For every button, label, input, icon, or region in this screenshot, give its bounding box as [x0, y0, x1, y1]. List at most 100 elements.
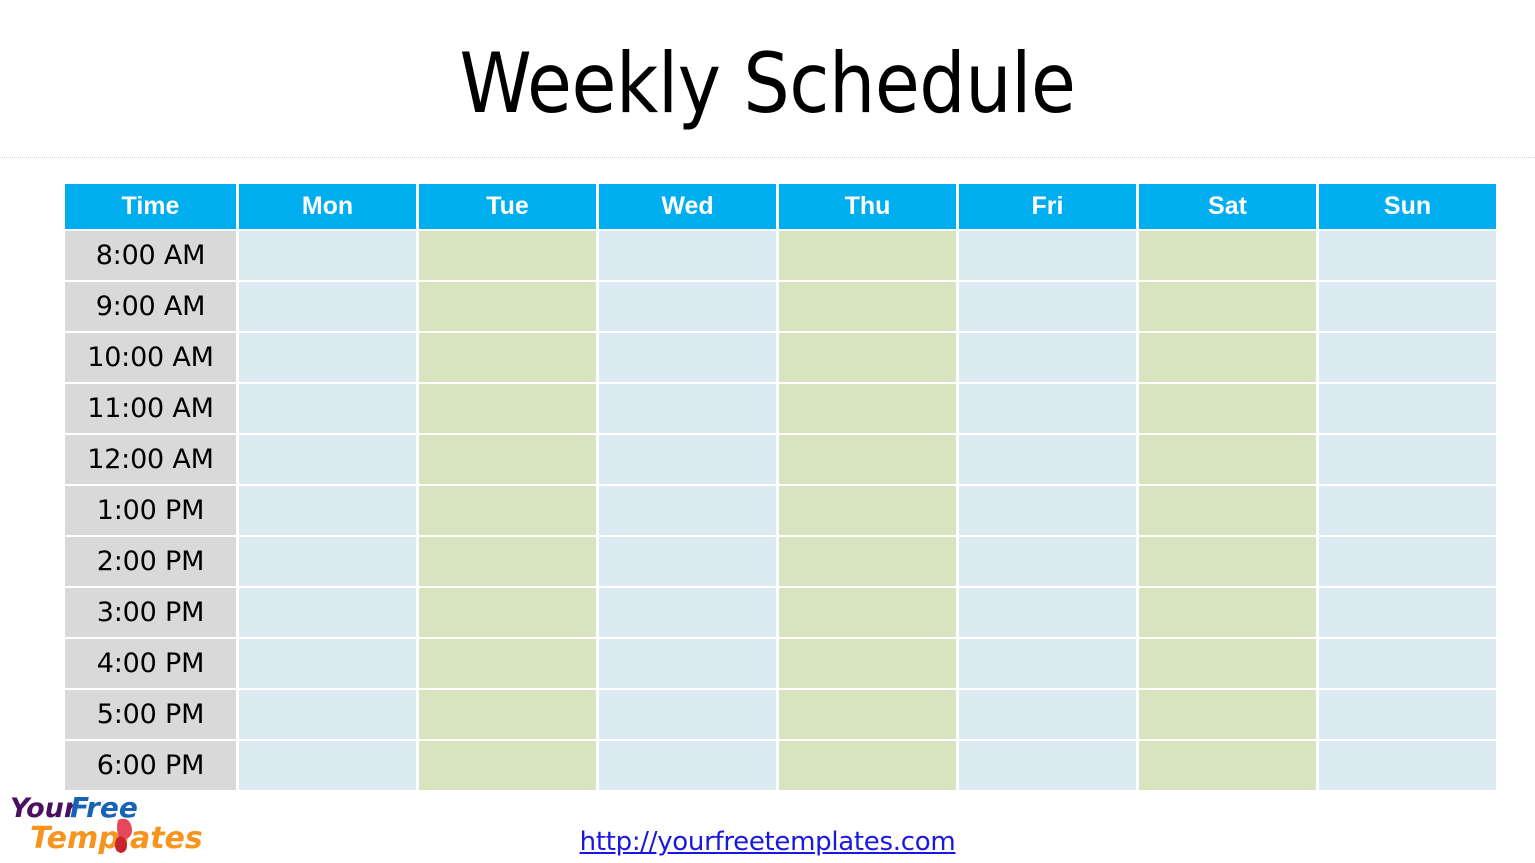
- slot-cell-sat[interactable]: [1139, 231, 1316, 280]
- slot-cell-sat[interactable]: [1139, 588, 1316, 637]
- slot-cell-sun[interactable]: [1319, 741, 1496, 790]
- time-label-cell: 12:00 AM: [65, 435, 236, 484]
- slot-cell-thu[interactable]: [779, 639, 956, 688]
- slot-cell-wed[interactable]: [599, 486, 776, 535]
- slot-cell-wed[interactable]: [599, 435, 776, 484]
- slot-cell-sat[interactable]: [1139, 639, 1316, 688]
- schedule-header-row: Time Mon Tue Wed Thu Fri Sat Sun: [65, 184, 1496, 229]
- slot-cell-tue[interactable]: [419, 741, 596, 790]
- slot-cell-fri[interactable]: [959, 384, 1136, 433]
- slot-cell-fri[interactable]: [959, 588, 1136, 637]
- slot-cell-fri[interactable]: [959, 486, 1136, 535]
- slot-cell-fri[interactable]: [959, 690, 1136, 739]
- slot-cell-thu[interactable]: [779, 282, 956, 331]
- time-label-cell: 9:00 AM: [65, 282, 236, 331]
- slot-cell-wed[interactable]: [599, 639, 776, 688]
- slot-cell-mon[interactable]: [239, 690, 416, 739]
- slot-cell-fri[interactable]: [959, 231, 1136, 280]
- slot-cell-mon[interactable]: [239, 639, 416, 688]
- slot-cell-sat[interactable]: [1139, 435, 1316, 484]
- slot-cell-wed[interactable]: [599, 384, 776, 433]
- slot-cell-sun[interactable]: [1319, 690, 1496, 739]
- slot-cell-thu[interactable]: [779, 741, 956, 790]
- slot-cell-sun[interactable]: [1319, 486, 1496, 535]
- slot-cell-mon[interactable]: [239, 588, 416, 637]
- slot-cell-tue[interactable]: [419, 537, 596, 586]
- slot-cell-sat[interactable]: [1139, 333, 1316, 382]
- slot-cell-tue[interactable]: [419, 486, 596, 535]
- slot-cell-tue[interactable]: [419, 690, 596, 739]
- slot-cell-tue[interactable]: [419, 639, 596, 688]
- schedule-row: 11:00 AM: [65, 384, 1496, 433]
- slot-cell-wed[interactable]: [599, 537, 776, 586]
- slot-cell-fri[interactable]: [959, 639, 1136, 688]
- schedule-header-time[interactable]: Time: [65, 184, 236, 229]
- slot-cell-sun[interactable]: [1319, 435, 1496, 484]
- time-label-cell: 1:00 PM: [65, 486, 236, 535]
- slot-cell-sun[interactable]: [1319, 231, 1496, 280]
- footer-url[interactable]: http://yourfreetemplates.com: [0, 827, 1535, 857]
- slot-cell-mon[interactable]: [239, 537, 416, 586]
- schedule-header-fri[interactable]: Fri: [959, 184, 1136, 229]
- slot-cell-tue[interactable]: [419, 333, 596, 382]
- slot-cell-wed[interactable]: [599, 231, 776, 280]
- slot-cell-sun[interactable]: [1319, 588, 1496, 637]
- slot-cell-thu[interactable]: [779, 333, 956, 382]
- slot-cell-thu[interactable]: [779, 435, 956, 484]
- slot-cell-thu[interactable]: [779, 537, 956, 586]
- schedule-header: Time Mon Tue Wed Thu Fri Sat Sun: [65, 184, 1496, 229]
- schedule-header-sat[interactable]: Sat: [1139, 184, 1316, 229]
- slot-cell-tue[interactable]: [419, 435, 596, 484]
- slot-cell-thu[interactable]: [779, 588, 956, 637]
- slot-cell-mon[interactable]: [239, 282, 416, 331]
- logo-word-your: Your: [10, 793, 79, 824]
- slot-cell-sun[interactable]: [1319, 639, 1496, 688]
- slot-cell-sun[interactable]: [1319, 333, 1496, 382]
- schedule-header-mon[interactable]: Mon: [239, 184, 416, 229]
- slot-cell-mon[interactable]: [239, 384, 416, 433]
- slot-cell-fri[interactable]: [959, 537, 1136, 586]
- time-label-cell: 4:00 PM: [65, 639, 236, 688]
- slot-cell-mon[interactable]: [239, 741, 416, 790]
- slot-cell-mon[interactable]: [239, 333, 416, 382]
- schedule-header-thu[interactable]: Thu: [779, 184, 956, 229]
- slot-cell-wed[interactable]: [599, 690, 776, 739]
- slot-cell-fri[interactable]: [959, 333, 1136, 382]
- schedule-header-wed[interactable]: Wed: [599, 184, 776, 229]
- slot-cell-sat[interactable]: [1139, 741, 1316, 790]
- footer-url-link[interactable]: http://yourfreetemplates.com: [580, 827, 956, 857]
- yourfreetemplates-logo: Your Free Templates: [8, 788, 223, 856]
- slot-cell-thu[interactable]: [779, 690, 956, 739]
- schedule-header-sun[interactable]: Sun: [1319, 184, 1496, 229]
- slot-cell-mon[interactable]: [239, 435, 416, 484]
- slot-cell-sat[interactable]: [1139, 486, 1316, 535]
- schedule-body: 8:00 AM 9:00 AM 10:00 AM 11:00 AM 12:00 AM 1:…: [65, 231, 1496, 790]
- slot-cell-tue[interactable]: [419, 384, 596, 433]
- slot-cell-sun[interactable]: [1319, 537, 1496, 586]
- slot-cell-thu[interactable]: [779, 231, 956, 280]
- slot-cell-tue[interactable]: [419, 231, 596, 280]
- slot-cell-fri[interactable]: [959, 435, 1136, 484]
- slot-cell-fri[interactable]: [959, 282, 1136, 331]
- slot-cell-sat[interactable]: [1139, 384, 1316, 433]
- slot-cell-sat[interactable]: [1139, 690, 1316, 739]
- slot-cell-wed[interactable]: [599, 741, 776, 790]
- slot-cell-wed[interactable]: [599, 333, 776, 382]
- slot-cell-fri[interactable]: [959, 741, 1136, 790]
- schedule-row: 5:00 PM: [65, 690, 1496, 739]
- slot-cell-wed[interactable]: [599, 588, 776, 637]
- slot-cell-mon[interactable]: [239, 231, 416, 280]
- slot-cell-tue[interactable]: [419, 282, 596, 331]
- slot-cell-sun[interactable]: [1319, 282, 1496, 331]
- schedule-row: 1:00 PM: [65, 486, 1496, 535]
- slot-cell-sun[interactable]: [1319, 384, 1496, 433]
- slot-cell-sat[interactable]: [1139, 537, 1316, 586]
- slot-cell-thu[interactable]: [779, 486, 956, 535]
- slot-cell-wed[interactable]: [599, 282, 776, 331]
- slot-cell-thu[interactable]: [779, 384, 956, 433]
- schedule-row: 8:00 AM: [65, 231, 1496, 280]
- slot-cell-sat[interactable]: [1139, 282, 1316, 331]
- schedule-header-tue[interactable]: Tue: [419, 184, 596, 229]
- slot-cell-mon[interactable]: [239, 486, 416, 535]
- slot-cell-tue[interactable]: [419, 588, 596, 637]
